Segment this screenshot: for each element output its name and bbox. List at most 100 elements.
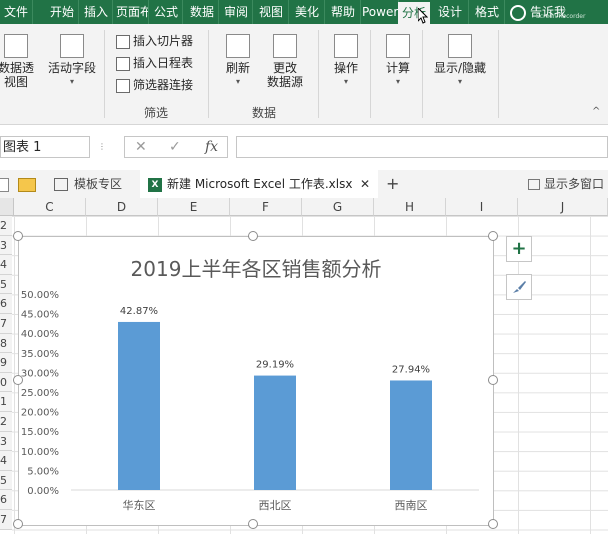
row-header[interactable]: 6 (0, 490, 12, 510)
tab-formulas[interactable]: 公式 (150, 0, 183, 24)
cancel-icon[interactable]: ✕ (135, 139, 147, 155)
row-header[interactable]: 3 (0, 235, 12, 256)
column-header[interactable]: J (518, 198, 608, 216)
row-header[interactable]: 7 (0, 510, 12, 530)
row-header[interactable]: 2 (0, 216, 12, 236)
enter-icon[interactable]: ✓ (169, 139, 181, 155)
file-icon[interactable] (0, 178, 9, 192)
formula-input[interactable] (236, 136, 608, 158)
tab-file[interactable]: 文件 (0, 0, 33, 24)
tab-design[interactable]: 设计 (432, 0, 469, 24)
actions-icon (334, 34, 358, 58)
insert-slicer-button[interactable]: 插入切片器 (116, 32, 193, 50)
data-label[interactable]: 27.94% (392, 364, 430, 375)
x-tick-label: 西北区 (259, 499, 292, 512)
tab-view[interactable]: 视图 (254, 0, 289, 24)
row-header[interactable]: 5 (0, 274, 12, 295)
actions-button[interactable]: 操作 ▾ (326, 34, 366, 89)
resize-handle[interactable] (248, 519, 258, 529)
row-header[interactable]: 7 (0, 314, 12, 334)
change-source-label-2: 数据源 (266, 75, 303, 89)
chart-area[interactable]: 2019上半年各区销售额分析 0.00% 5.00% 10.00% 15.00% 20.… (18, 236, 494, 526)
y-tick-label: 15.00% (21, 427, 59, 438)
tab-workbook-file[interactable]: X 新建 Microsoft Excel 工作表.xlsx ✕ (140, 170, 378, 198)
show-hide-label: 显示/隐藏 (433, 61, 487, 75)
data-label[interactable]: 42.87% (120, 306, 158, 317)
column-header[interactable]: F (230, 198, 302, 216)
data-label[interactable]: 29.19% (256, 360, 294, 371)
row-header[interactable]: 1 (0, 392, 12, 412)
collapse-ribbon-icon[interactable]: ^ (592, 106, 600, 117)
resize-handle[interactable] (248, 231, 258, 241)
show-hide-button[interactable]: 显示/隐藏 ▾ (428, 34, 492, 89)
ribbon-divider (318, 30, 319, 118)
name-box-dropdown-icon[interactable]: ⋮ (98, 142, 106, 151)
bar[interactable] (254, 375, 296, 490)
name-box[interactable]: 图表 1 (0, 136, 90, 158)
bar[interactable] (118, 321, 160, 490)
column-header[interactable]: I (446, 198, 518, 216)
chart-plot: 0.00% 5.00% 10.00% 15.00% 20.00% 25.00% 30.00%… (21, 290, 479, 512)
tab-format[interactable]: 格式 (470, 0, 505, 24)
filter-connections-button[interactable]: 筛选器连接 (116, 76, 193, 94)
select-all-corner[interactable] (0, 198, 14, 216)
excel-icon: X (148, 177, 162, 192)
row-header[interactable]: 2 (0, 412, 12, 432)
row-header[interactable]: 8 (0, 333, 12, 354)
column-header[interactable]: E (158, 198, 230, 216)
new-tab-button[interactable]: + (386, 170, 399, 198)
resize-handle[interactable] (13, 231, 23, 241)
row-header[interactable]: 6 (0, 294, 12, 314)
row-header[interactable]: 5 (0, 470, 12, 491)
column-header[interactable]: G (302, 198, 374, 216)
close-tab-icon[interactable]: ✕ (360, 170, 370, 198)
tell-me-box[interactable]: 告诉我 (510, 0, 566, 24)
tab-review[interactable]: 审阅 (220, 0, 253, 24)
tab-insert[interactable]: 插入 (80, 0, 113, 24)
templates-label: 模板专区 (74, 177, 123, 191)
tab-beautify[interactable]: 美化 (290, 0, 325, 24)
tab-page-layout[interactable]: 页面布局 (116, 0, 149, 24)
bar[interactable] (390, 380, 432, 490)
tab-data[interactable]: 数据 (186, 0, 219, 24)
insert-timeline-label: 插入日程表 (133, 56, 194, 70)
ribbon-panel: 数据透视图 活动字段 ▾ 插入切片器 插入日程表 筛选器连接 筛选 刷新 ▾ 更… (0, 24, 608, 125)
actions-label: 操作 (333, 61, 358, 75)
active-field-button[interactable]: 活动字段 ▾ (44, 34, 100, 89)
y-tick-label: 20.00% (21, 408, 59, 419)
tab-power-pivot[interactable]: Power Pivot (362, 0, 399, 24)
tab-home[interactable]: 开始 (46, 0, 79, 24)
timeline-icon (116, 56, 130, 71)
column-header[interactable]: D (86, 198, 158, 216)
resize-handle[interactable] (13, 519, 23, 529)
tab-help[interactable]: 帮助 (326, 0, 361, 24)
column-header[interactable]: C (14, 198, 86, 216)
resize-handle[interactable] (488, 375, 498, 385)
chart-styles-button[interactable] (506, 274, 532, 300)
row-header[interactable]: 3 (0, 431, 12, 452)
paintbrush-icon (513, 281, 526, 293)
row-header[interactable]: 0 (0, 372, 12, 393)
resize-handle[interactable] (488, 519, 498, 529)
row-header[interactable]: 9 (0, 353, 12, 373)
column-header[interactable]: H (374, 198, 446, 216)
y-tick-label: 10.00% (21, 447, 59, 458)
refresh-button[interactable]: 刷新 ▾ (218, 34, 258, 89)
chart-elements-button[interactable]: + (506, 236, 532, 262)
multi-window-button[interactable]: 显示多窗口 (528, 170, 604, 198)
insert-function-icon[interactable]: fx (205, 139, 218, 155)
row-header[interactable]: 4 (0, 451, 12, 471)
change-data-source-button[interactable]: 更改 数据源 (258, 34, 312, 89)
tab-templates[interactable]: 模板专区 (54, 170, 122, 198)
resize-handle[interactable] (488, 231, 498, 241)
folder-icon[interactable] (18, 178, 36, 192)
screen-recorder-watermark: Screen Recorder (536, 13, 586, 20)
row-header[interactable]: 4 (0, 255, 12, 275)
chevron-down-icon: ▾ (457, 77, 462, 86)
calculations-button[interactable]: 计算 ▾ (378, 34, 418, 89)
resize-handle[interactable] (13, 375, 23, 385)
insert-timeline-button[interactable]: 插入日程表 (116, 54, 193, 72)
pivot-table-button[interactable]: 数据透视图 (0, 34, 38, 89)
chevron-down-icon: ▾ (343, 77, 348, 86)
refresh-icon (226, 34, 250, 58)
